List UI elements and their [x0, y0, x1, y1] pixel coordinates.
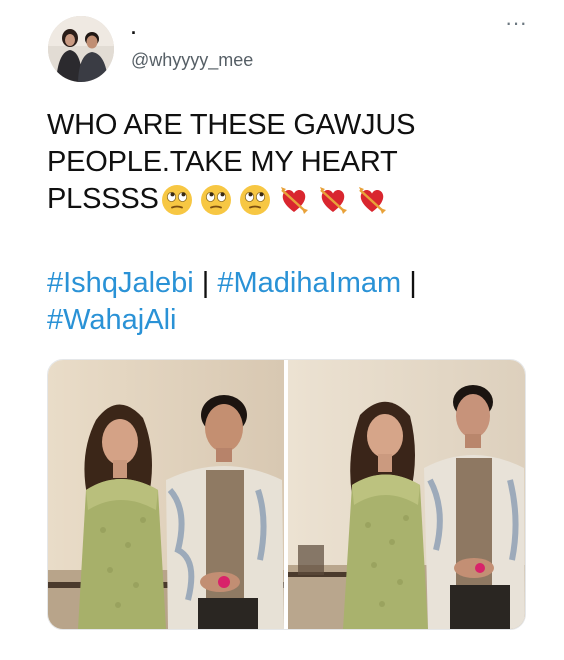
hashtag-link[interactable]: #MadihaImam	[217, 267, 401, 299]
tweet-text-line: PEOPLE.TAKE MY HEART	[47, 146, 398, 178]
tweet-card: . @whyyyy_mee ··· WHO ARE THESE GAWJUS P…	[0, 0, 564, 660]
photo-2[interactable]	[288, 360, 525, 629]
hashtag-separator: |	[409, 267, 417, 299]
hashtag-link[interactable]: #WahajAli	[47, 304, 176, 336]
heart-with-arrow-icon	[358, 187, 386, 215]
face-with-rolling-eyes-icon	[161, 185, 192, 216]
tweet-text-line-with-emojis: PLSSSS	[47, 181, 527, 218]
tweet-text-line: PLSSSS	[47, 183, 159, 215]
more-icon: ···	[505, 10, 527, 35]
heart-with-arrow-icon	[319, 187, 347, 215]
hashtags: #IshqJalebi | #MadihaImam | #WahajAli	[47, 265, 527, 339]
hashtag-separator: |	[201, 267, 210, 299]
tweet-text-line: WHO ARE THESE GAWJUS	[47, 109, 416, 141]
display-name[interactable]: .	[131, 18, 136, 38]
avatar[interactable]	[48, 16, 114, 82]
card-bottom	[0, 652, 564, 660]
avatar-image	[48, 16, 114, 82]
emoji-row	[161, 184, 395, 216]
media-grid	[47, 359, 526, 630]
photo-image	[288, 360, 525, 629]
tweet-text: WHO ARE THESE GAWJUS PEOPLE.TAKE MY HEAR…	[47, 107, 527, 218]
photo-1[interactable]	[48, 360, 284, 629]
user-handle[interactable]: @whyyyy_mee	[131, 49, 253, 71]
heart-with-arrow-icon	[280, 187, 308, 215]
face-with-rolling-eyes-icon	[200, 185, 231, 216]
face-with-rolling-eyes-icon	[239, 185, 270, 216]
more-options-button[interactable]: ···	[499, 12, 533, 36]
photo-image	[48, 360, 284, 629]
hashtag-link[interactable]: #IshqJalebi	[47, 267, 194, 299]
